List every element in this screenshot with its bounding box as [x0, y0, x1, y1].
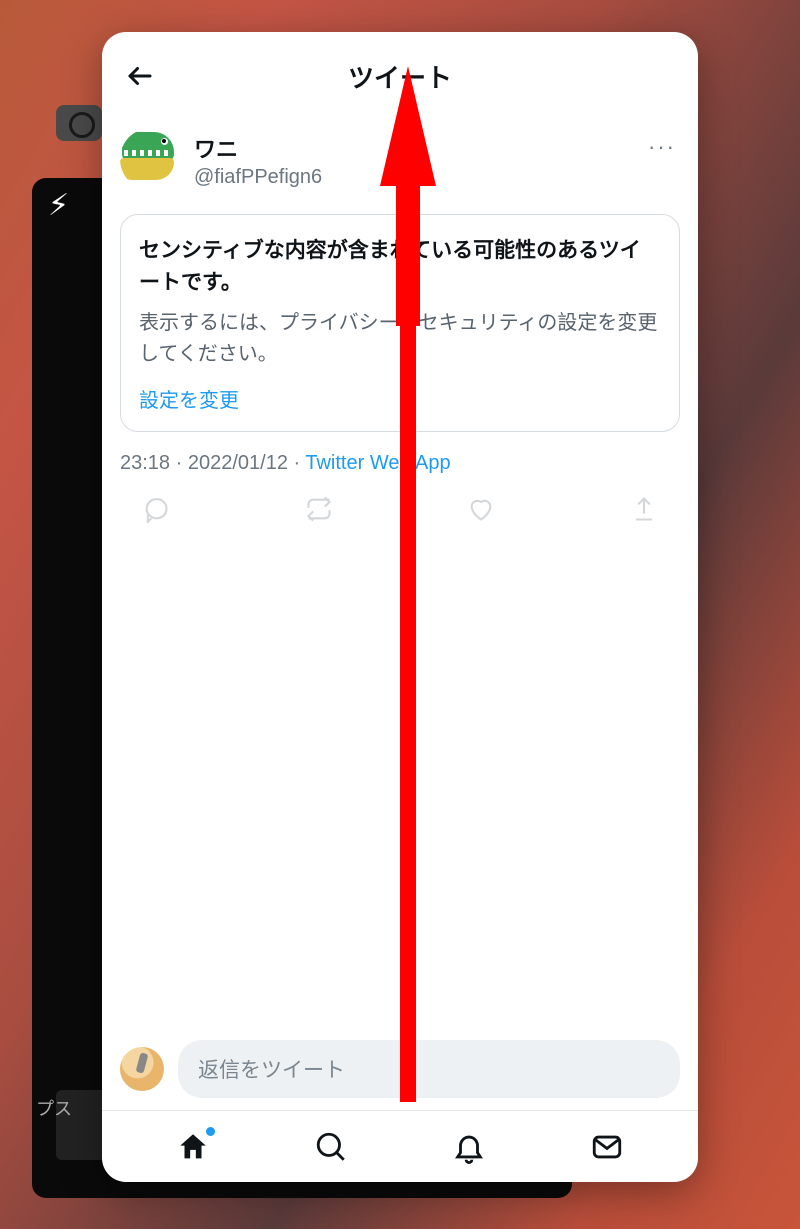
back-arrow-icon [125, 61, 155, 91]
tweet-source[interactable]: Twitter Web App [305, 452, 450, 474]
bell-icon [452, 1130, 486, 1164]
search-tab[interactable] [314, 1130, 348, 1164]
back-button[interactable] [120, 56, 160, 96]
more-button[interactable]: ··· [644, 128, 680, 166]
change-settings-link[interactable]: 設定を変更 [139, 384, 239, 413]
home-tab[interactable] [176, 1130, 210, 1164]
sensitive-description: 表示するには、プライバシーとセキュリティの設定を変更してください。 [139, 308, 661, 370]
retweet-icon[interactable] [305, 495, 333, 523]
twitter-app-card[interactable]: ツイート ワニ @fiafPPefign6 ··· センシティブな内容が含まれて… [102, 32, 698, 1182]
sensitive-title: センシティブな内容が含まれている可能性のあるツイートです。 [139, 235, 661, 298]
messages-tab[interactable] [590, 1130, 624, 1164]
reply-icon[interactable] [142, 495, 170, 523]
share-icon[interactable] [630, 495, 658, 523]
mail-icon [590, 1130, 624, 1164]
header: ツイート [102, 32, 698, 120]
sensitive-content-warning: センシティブな内容が含まれている可能性のあるツイートです。 表示するには、プライ… [120, 214, 680, 432]
home-icon [176, 1130, 210, 1164]
avatar[interactable] [120, 128, 182, 190]
flash-icon: ⚡︎ [48, 188, 69, 223]
my-avatar[interactable] [120, 1047, 164, 1091]
tweet-time: 23:18 [120, 452, 170, 474]
notifications-tab[interactable] [452, 1130, 486, 1164]
tweet-actions [102, 489, 698, 529]
tweet-date: 2022/01/12 [188, 452, 288, 474]
display-name[interactable]: ワニ [194, 132, 632, 164]
bottom-tab-bar [102, 1110, 698, 1182]
notification-dot [206, 1127, 215, 1136]
reply-input[interactable]: 返信をツイート [178, 1040, 680, 1098]
page-title: ツイート [102, 58, 698, 95]
timestamp-row: 23:18 · 2022/01/12 · Twitter Web App [120, 452, 680, 475]
reply-composer: 返信をツイート [102, 1030, 698, 1110]
apps-label: プス [36, 1095, 72, 1121]
like-icon[interactable] [467, 495, 495, 523]
search-icon [314, 1130, 348, 1164]
user-handle[interactable]: @fiafPPefign6 [194, 166, 632, 189]
tweet-header: ワニ @fiafPPefign6 ··· [102, 120, 698, 190]
camera-app-icon [56, 105, 102, 141]
